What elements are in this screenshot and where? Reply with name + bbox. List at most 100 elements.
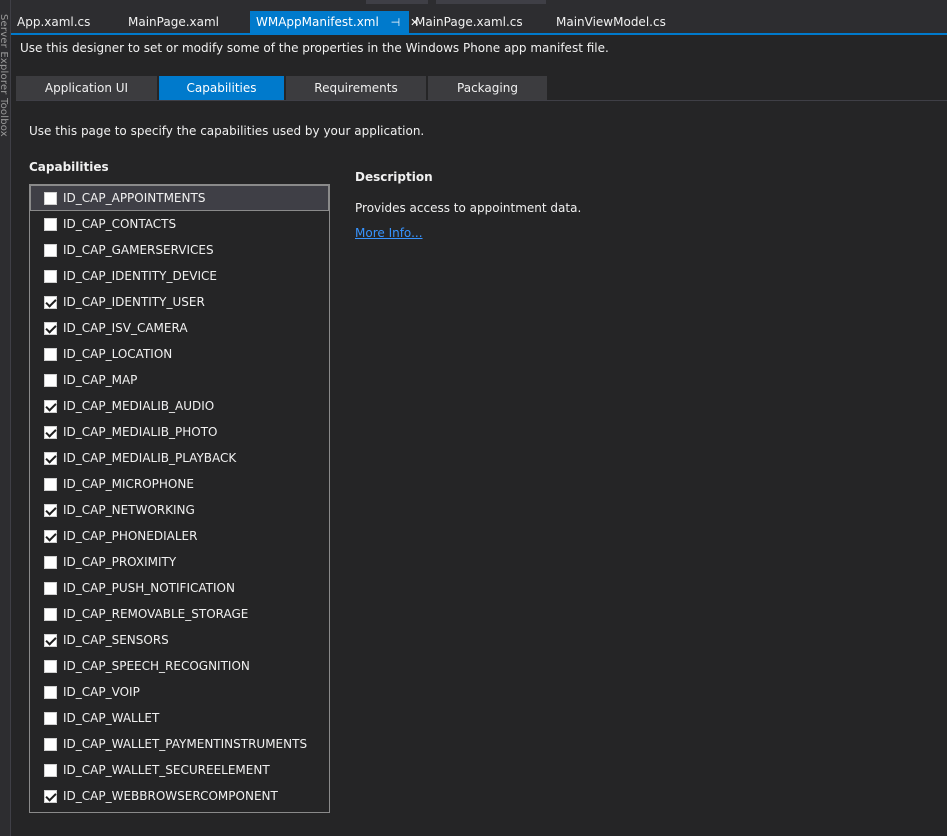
capability-item[interactable]: ID_CAP_SENSORS	[31, 628, 328, 652]
toolbar-button[interactable]	[436, 0, 546, 4]
capability-label: ID_CAP_MEDIALIB_AUDIO	[63, 399, 215, 413]
capability-item[interactable]: ID_CAP_SPEECH_RECOGNITION	[31, 654, 328, 678]
capability-item[interactable]: ID_CAP_MEDIALIB_PHOTO	[31, 420, 328, 444]
capability-item[interactable]: ID_CAP_WALLET	[31, 706, 328, 730]
capability-label: ID_CAP_MEDIALIB_PLAYBACK	[63, 451, 237, 465]
capability-checkbox[interactable]	[44, 373, 57, 387]
doc-tab-label: MainPage.xaml	[128, 15, 219, 29]
capability-checkbox[interactable]	[44, 321, 57, 335]
capability-label: ID_CAP_MICROPHONE	[63, 477, 194, 491]
capability-item[interactable]: ID_CAP_REMOVABLE_STORAGE	[31, 602, 328, 626]
capability-label: ID_CAP_REMOVABLE_STORAGE	[63, 607, 249, 621]
capability-label: ID_CAP_WALLET_SECUREELEMENT	[63, 763, 270, 777]
capability-checkbox[interactable]	[44, 451, 57, 465]
capability-item[interactable]: ID_CAP_WEBBROWSERCOMPONENT	[31, 784, 328, 808]
capability-checkbox[interactable]	[44, 425, 57, 439]
capability-item[interactable]: ID_CAP_IDENTITY_USER	[31, 290, 328, 314]
capability-checkbox[interactable]	[44, 737, 57, 751]
doc-tab-mainpage-xaml-cs[interactable]: MainPage.xaml.cs	[409, 11, 549, 33]
description-text: Provides access to appointment data.	[355, 201, 582, 215]
capability-checkbox[interactable]	[44, 503, 57, 517]
capability-label: ID_CAP_PUSH_NOTIFICATION	[63, 581, 235, 595]
toolbox-side-strip[interactable]: Server Explorer Toolbox	[0, 0, 11, 836]
side-strip-label[interactable]: Server Explorer Toolbox	[0, 14, 9, 137]
capability-checkbox[interactable]	[44, 633, 57, 647]
top-toolbar	[11, 0, 947, 8]
capability-label: ID_CAP_PROXIMITY	[63, 555, 177, 569]
capability-item[interactable]: ID_CAP_ISV_CAMERA	[31, 316, 328, 340]
doc-tab-mainviewmodel-cs[interactable]: MainViewModel.cs	[550, 11, 700, 33]
document-tab-bar: App.xaml.cs MainPage.xaml WMAppManifest.…	[11, 11, 947, 33]
capability-checkbox[interactable]	[44, 295, 57, 309]
capability-label: ID_CAP_NETWORKING	[63, 503, 195, 517]
capability-checkbox[interactable]	[44, 243, 57, 257]
doc-tab-label: WMAppManifest.xml	[256, 15, 379, 29]
capability-label: ID_CAP_PHONEDIALER	[63, 529, 198, 543]
more-info-link[interactable]: More Info...	[355, 226, 423, 240]
toolbar-button[interactable]	[366, 0, 428, 4]
tab-packaging[interactable]: Packaging	[428, 76, 547, 100]
capability-label: ID_CAP_IDENTITY_USER	[63, 295, 205, 309]
capability-item[interactable]: ID_CAP_CONTACTS	[31, 212, 328, 236]
capability-label: ID_CAP_IDENTITY_DEVICE	[63, 269, 218, 283]
capability-item[interactable]: ID_CAP_LOCATION	[31, 342, 328, 366]
doc-tab-label: MainViewModel.cs	[556, 15, 666, 29]
capability-label: ID_CAP_APPOINTMENTS	[63, 191, 206, 205]
capability-checkbox[interactable]	[44, 347, 57, 361]
capability-label: ID_CAP_CONTACTS	[63, 217, 177, 231]
capability-checkbox[interactable]	[44, 581, 57, 595]
manifest-designer: Use this designer to set or modify some …	[11, 35, 947, 836]
capability-item[interactable]: ID_CAP_APPOINTMENTS	[30, 185, 329, 211]
capability-item[interactable]: ID_CAP_PROXIMITY	[31, 550, 328, 574]
capability-checkbox[interactable]	[44, 659, 57, 673]
capability-checkbox[interactable]	[44, 477, 57, 491]
capability-checkbox[interactable]	[44, 685, 57, 699]
pin-icon[interactable]: ⊣	[391, 12, 401, 34]
doc-tab-wmappmanifest[interactable]: WMAppManifest.xml ⊣ ✕	[250, 11, 419, 34]
capability-item[interactable]: ID_CAP_MEDIALIB_PLAYBACK	[31, 446, 328, 470]
tab-application-ui[interactable]: Application UI	[16, 76, 157, 100]
capability-item[interactable]: ID_CAP_VOIP	[31, 680, 328, 704]
capabilities-heading: Capabilities	[29, 160, 109, 174]
capability-label: ID_CAP_ISV_CAMERA	[63, 321, 188, 335]
capability-checkbox[interactable]	[44, 217, 57, 231]
capability-label: ID_CAP_MEDIALIB_PHOTO	[63, 425, 218, 439]
capability-checkbox[interactable]	[44, 269, 57, 283]
capability-label: ID_CAP_WALLET	[63, 711, 160, 725]
capability-label: ID_CAP_SENSORS	[63, 633, 169, 647]
capability-item[interactable]: ID_CAP_IDENTITY_DEVICE	[31, 264, 328, 288]
capability-label: ID_CAP_VOIP	[63, 685, 140, 699]
capability-checkbox[interactable]	[44, 399, 57, 413]
capability-item[interactable]: ID_CAP_WALLET_PAYMENTINSTRUMENTS	[31, 732, 328, 756]
capability-checkbox[interactable]	[44, 607, 57, 621]
doc-tab-app-xaml-cs[interactable]: App.xaml.cs	[11, 11, 121, 33]
capability-label: ID_CAP_MAP	[63, 373, 138, 387]
capability-item[interactable]: ID_CAP_MAP	[31, 368, 328, 392]
capabilities-list[interactable]: ID_CAP_APPOINTMENTS ID_CAP_CONTACTS ID_CAP…	[29, 184, 330, 813]
tab-requirements[interactable]: Requirements	[286, 76, 426, 100]
capability-item[interactable]: ID_CAP_PHONEDIALER	[31, 524, 328, 548]
capability-item[interactable]: ID_CAP_MEDIALIB_AUDIO	[31, 394, 328, 418]
capability-item[interactable]: ID_CAP_NETWORKING	[31, 498, 328, 522]
tab-capabilities[interactable]: Capabilities	[159, 76, 284, 100]
capability-item[interactable]: ID_CAP_PUSH_NOTIFICATION	[31, 576, 328, 600]
capability-checkbox[interactable]	[44, 789, 57, 803]
doc-tab-label: MainPage.xaml.cs	[415, 15, 523, 29]
capability-label: ID_CAP_SPEECH_RECOGNITION	[63, 659, 250, 673]
capability-label: ID_CAP_WEBBROWSERCOMPONENT	[63, 789, 278, 803]
page-description: Use this page to specify the capabilitie…	[29, 124, 425, 138]
capability-checkbox[interactable]	[44, 191, 57, 205]
capability-item[interactable]: ID_CAP_WALLET_SECUREELEMENT	[31, 758, 328, 782]
capability-checkbox[interactable]	[44, 763, 57, 777]
doc-tab-mainpage-xaml[interactable]: MainPage.xaml	[122, 11, 250, 33]
capability-label: ID_CAP_WALLET_PAYMENTINSTRUMENTS	[63, 737, 308, 751]
capability-checkbox[interactable]	[44, 711, 57, 725]
capability-item[interactable]: ID_CAP_MICROPHONE	[31, 472, 328, 496]
tab-divider	[16, 100, 947, 101]
capability-label: ID_CAP_GAMERSERVICES	[63, 243, 214, 257]
capability-checkbox[interactable]	[44, 529, 57, 543]
capability-checkbox[interactable]	[44, 555, 57, 569]
capability-item[interactable]: ID_CAP_GAMERSERVICES	[31, 238, 328, 262]
capability-label: ID_CAP_LOCATION	[63, 347, 173, 361]
doc-tab-label: App.xaml.cs	[17, 15, 91, 29]
